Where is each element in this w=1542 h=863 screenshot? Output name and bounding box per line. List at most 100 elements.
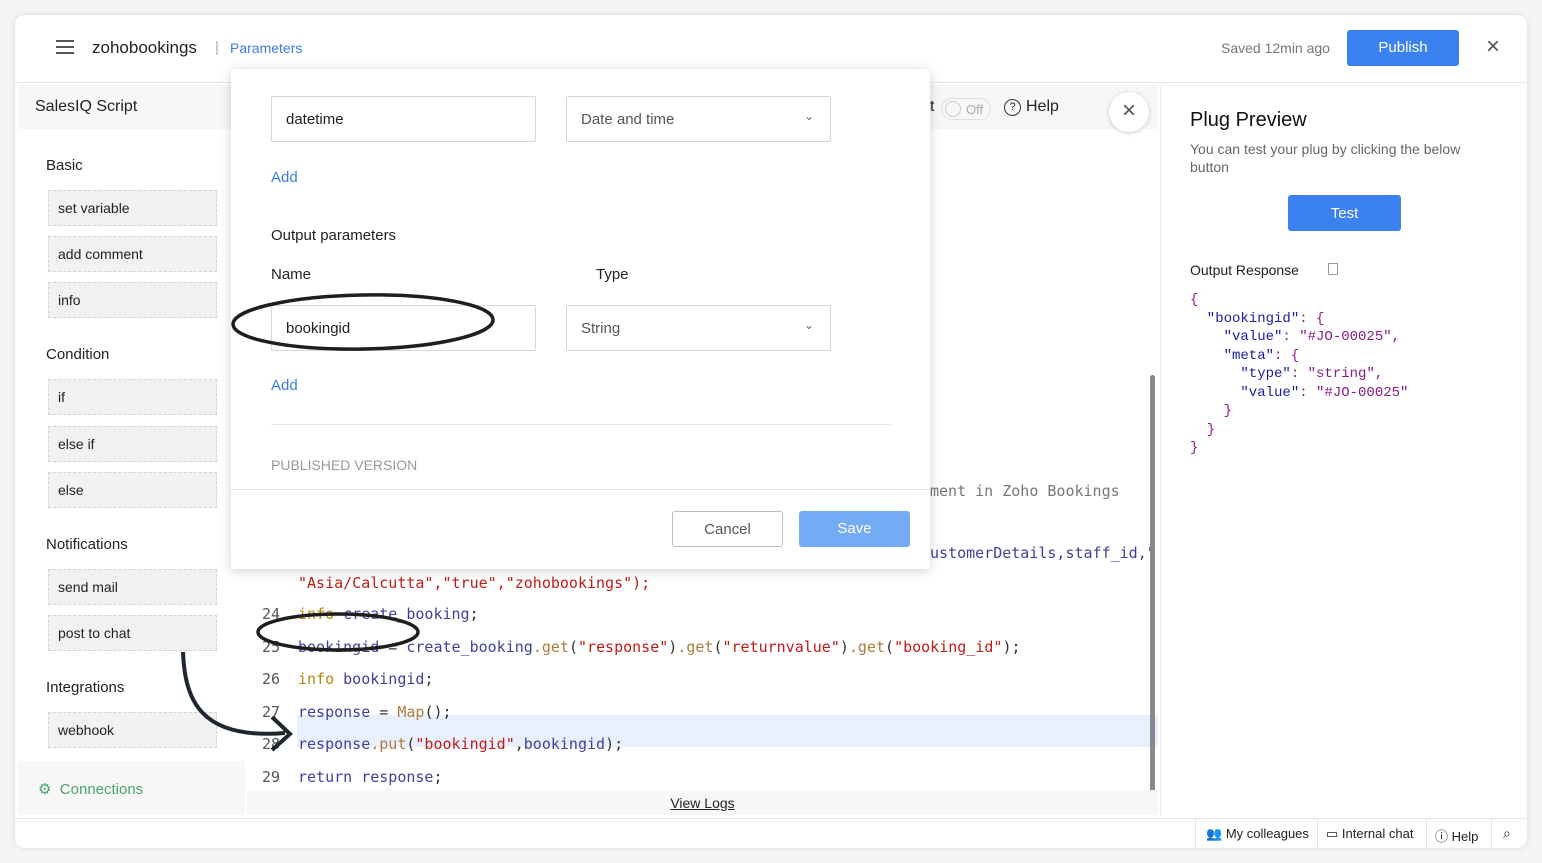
copy-icon[interactable] (1328, 263, 1338, 275)
internal-chat-button[interactable]: ▭ Internal chat (1317, 819, 1421, 848)
add-output-param-link[interactable]: Add (271, 377, 298, 394)
code-token: ; (469, 605, 479, 623)
menu-icon[interactable] (56, 40, 74, 54)
close-icon[interactable]: × (1486, 33, 1500, 61)
output-param-name-field[interactable]: bookingid (271, 305, 536, 351)
line-number: 25 (262, 637, 281, 656)
code-token: response (298, 735, 371, 753)
code-token: .get (677, 637, 714, 656)
published-version-label: PUBLISHED VERSION (271, 457, 418, 473)
json-key: "type" (1190, 366, 1291, 382)
code-token: bookingid (298, 637, 380, 656)
code-token: bookingid (523, 735, 606, 753)
json-line: "meta": { (1190, 347, 1408, 366)
code-token: create_booking (406, 637, 533, 656)
json-line: "value": "#JO-00025", (1190, 328, 1408, 347)
saved-status: Saved 12min ago (1221, 40, 1330, 56)
output-json: { "bookingid": { "value": "#JO-00025", "… (1190, 291, 1408, 458)
cancel-button[interactable]: Cancel (672, 511, 783, 547)
code-token: info (298, 670, 344, 688)
search-icon[interactable]: ⌕ (1491, 819, 1527, 848)
sidebar-title: SalesIQ Script (18, 85, 245, 129)
code-token: ; (433, 767, 443, 786)
block-info[interactable]: info (48, 282, 217, 318)
footer-help-button[interactable]: ⓘ Help (1426, 819, 1486, 848)
parameters-modal: datetime Date and time ⌄ Add Output param… (231, 69, 930, 569)
preview-title: Plug Preview (1190, 109, 1307, 131)
toggle-switch[interactable]: Off (941, 98, 991, 120)
code-token: ); (1002, 637, 1021, 656)
code-partial-line: ustomerDetails,staff_id," (930, 544, 1156, 562)
help-icon[interactable]: ? (1004, 99, 1021, 116)
line-number: 28 (262, 735, 281, 753)
input-param-name-field[interactable]: datetime (271, 96, 536, 142)
preview-description: You can test your plug by clicking the b… (1190, 141, 1461, 175)
code-token: ; (424, 670, 434, 688)
block-else-if[interactable]: else if (48, 426, 217, 462)
code-token: "response" (577, 637, 669, 656)
json-key: "meta" (1190, 347, 1275, 364)
code-comment: ment in Zoho Bookings (930, 482, 1120, 500)
input-param-type-select[interactable]: Date and time ⌄ (566, 96, 831, 142)
json-value: : "#JO-00025", (1282, 329, 1401, 345)
code-token: ) (839, 637, 849, 656)
line-number: 24 (262, 605, 281, 623)
save-button[interactable]: Save (799, 511, 910, 547)
app-name: zohobookings (92, 38, 197, 57)
json-line: } (1190, 440, 1199, 456)
add-input-param-link[interactable]: Add (271, 169, 298, 186)
people-icon: 👥 (1206, 826, 1223, 841)
code-token: Map (397, 702, 425, 721)
publish-button[interactable]: Publish (1347, 30, 1459, 66)
separator: | (215, 39, 219, 56)
plug-preview-panel: Plug Preview You can test your plug by c… (1160, 85, 1527, 815)
json-key: "bookingid" (1190, 310, 1300, 327)
output-param-type-select[interactable]: String ⌄ (566, 305, 831, 351)
close-editor-icon[interactable]: × (1109, 92, 1149, 132)
json-value: : "#JO-00025" (1299, 384, 1409, 401)
line-number: 26 (262, 670, 281, 688)
json-line: "bookingid": { (1190, 310, 1408, 329)
json-line: "value": "#JO-00025" (1190, 384, 1408, 403)
line-number: 29 (262, 767, 281, 786)
code-token: = (370, 702, 398, 721)
block-add-comment[interactable]: add comment (48, 236, 217, 272)
view-logs-link[interactable]: View Logs (247, 790, 1158, 815)
output-response-label: Output Response (1190, 262, 1299, 278)
output-params-title: Output parameters (271, 227, 397, 244)
help-link[interactable]: Help (1026, 98, 1059, 116)
code-token: ( (885, 637, 895, 656)
block-send-mail[interactable]: send mail (48, 569, 217, 605)
connections-link[interactable]: ⚙ Connections (18, 761, 245, 815)
code-line: bookingid = create_booking.get("response… (298, 638, 1021, 656)
json-line: { (1190, 292, 1199, 308)
block-webhook[interactable]: webhook (48, 712, 217, 748)
code-token: response (298, 702, 371, 721)
code-token: ( (568, 637, 578, 656)
block-else[interactable]: else (48, 472, 217, 508)
my-colleagues-button[interactable]: 👥 My colleagues (1195, 819, 1319, 848)
divider (271, 424, 891, 425)
block-set-variable[interactable]: set variable (48, 190, 217, 226)
section-notifications: Notifications (46, 536, 128, 553)
code-token: "bookingid" (415, 735, 515, 753)
section-integrations: Integrations (46, 679, 125, 696)
code-token: .get (532, 637, 569, 656)
output-type-value: String (581, 320, 621, 337)
scrollbar[interactable] (1150, 375, 1155, 797)
input-type-value: Date and time (581, 111, 675, 128)
footer-bar: 👥 My colleagues ▭ Internal chat ⓘ Help ⌕ (15, 818, 1527, 848)
connections-label: Connections (59, 781, 144, 798)
line-number: 27 (262, 702, 281, 721)
block-if[interactable]: if (48, 379, 217, 415)
json-value: : { (1274, 347, 1300, 364)
toolbar-partial-label: t (930, 98, 935, 115)
json-line: } (1190, 403, 1233, 419)
my-colleagues-label: My colleagues (1225, 826, 1309, 841)
json-line: } (1190, 421, 1216, 438)
test-button[interactable]: Test (1288, 195, 1401, 231)
breadcrumb-parameters[interactable]: Parameters (230, 40, 302, 56)
block-post-to-chat[interactable]: post to chat (48, 615, 217, 651)
code-line-23: "Asia/Calcutta","true","zohobookings"); (298, 574, 651, 592)
code-token: , (514, 735, 524, 753)
